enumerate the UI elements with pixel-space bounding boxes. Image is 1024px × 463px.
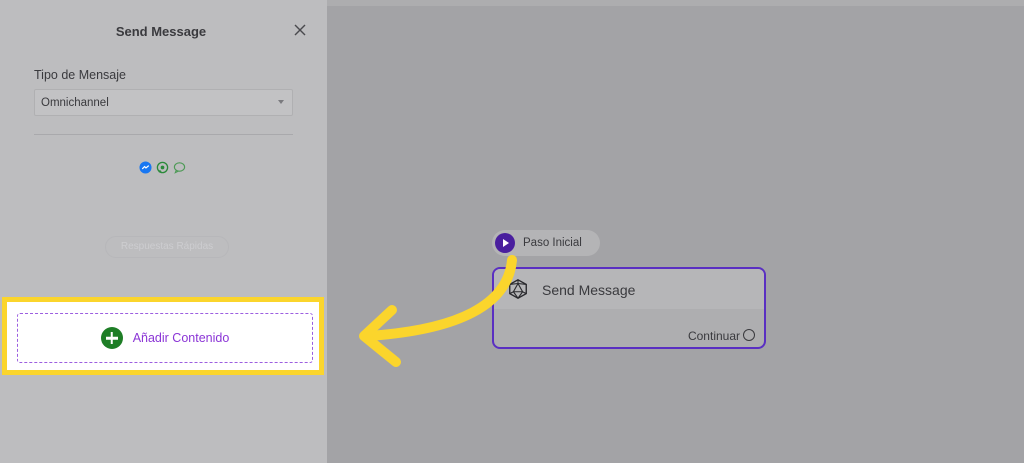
continue-label: Continuar — [687, 329, 740, 343]
plus-icon — [100, 327, 123, 349]
message-type-value: Omnichannel — [41, 97, 109, 109]
pointer-arrow-icon — [359, 255, 517, 367]
panel-header: Send Message — [0, 0, 327, 60]
send-message-node[interactable]: Send Message Continuar — [492, 267, 766, 349]
messenger-icon — [139, 161, 152, 174]
add-content-label: Añadir Contenido — [132, 331, 230, 345]
channel-icons — [139, 161, 186, 174]
start-node-label: Paso Inicial — [523, 237, 582, 249]
continue-port[interactable] — [743, 329, 755, 341]
message-type-label: Tipo de Mensaje — [34, 68, 126, 82]
send-message-panel: Send Message Tipo de Mensaje Omnichannel… — [0, 0, 327, 463]
canvas-top-strip — [327, 0, 1024, 6]
close-button[interactable] — [290, 20, 310, 40]
chevron-down-icon — [278, 100, 284, 104]
whatsapp-icon — [156, 161, 169, 174]
node-title: Send Message — [542, 282, 636, 298]
node-header: Send Message — [494, 269, 764, 309]
message-type-select[interactable]: Omnichannel — [34, 89, 293, 116]
chat-icon — [173, 162, 186, 174]
close-icon — [294, 24, 306, 36]
quick-replies-button[interactable]: Respuestas Rápidas — [105, 236, 229, 258]
highlight-box: Añadir Contenido — [2, 297, 324, 375]
divider — [34, 134, 293, 135]
panel-title: Send Message — [115, 24, 207, 39]
add-content-button[interactable]: Añadir Contenido — [17, 313, 313, 363]
